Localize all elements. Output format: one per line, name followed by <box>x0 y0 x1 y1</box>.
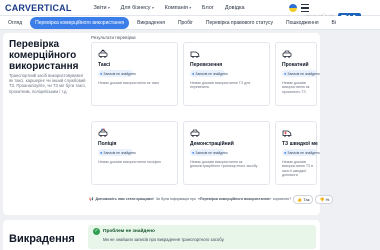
ambulance-icon <box>282 130 292 137</box>
check-circle-icon: ✓ <box>93 228 100 235</box>
card-title: Перевезення <box>190 62 223 68</box>
nav-item-business[interactable]: Для бізнесу ▾ <box>121 5 154 11</box>
info-icon: ● <box>100 71 103 76</box>
feedback-section: «Перевірка комерційного використання» <box>197 197 272 201</box>
tab-damage[interactable]: Пошкодження <box>281 17 324 29</box>
carvertical-logo[interactable]: CARVERTICAL <box>5 3 72 13</box>
thumbs-up-icon: 👍 <box>297 196 303 202</box>
info-icon: ● <box>284 71 287 76</box>
card-description: Немає доказів використання як таксі <box>98 81 160 85</box>
nav-item-blog[interactable]: Блог <box>202 5 214 11</box>
results-label: Результати перевірки <box>91 35 136 40</box>
nav-item-company[interactable]: Компанія ▾ <box>165 5 191 11</box>
info-icon: ● <box>192 71 195 76</box>
report-tabs: Огляд Перевірка комерційного використанн… <box>0 16 380 30</box>
status-badge: ● Записів не знайдено <box>282 70 320 77</box>
rental-car-icon <box>282 50 292 58</box>
feedback-yes-button[interactable]: 👍 Так <box>293 194 314 204</box>
card-description: Немає доказів використання як демонстрац… <box>190 160 258 169</box>
info-icon: ● <box>192 150 195 155</box>
card-description: Немає доказів використання поліцією <box>98 160 161 164</box>
demo-car-icon <box>190 129 200 137</box>
no-problems-notice: ✓ Проблем не знайдено Ми не знайшли запи… <box>88 225 316 249</box>
info-icon: ● <box>100 150 103 155</box>
nav-item-help[interactable]: Довідка <box>225 5 245 11</box>
feedback-suffix: корисною? <box>273 197 292 201</box>
chevron-down-icon: ▾ <box>188 5 191 10</box>
tab-theft[interactable]: Викрадення <box>132 17 170 29</box>
info-icon: ● <box>284 150 287 155</box>
card-title: ТЗ швидкої медичн <box>282 141 318 147</box>
chevron-down-icon: ▾ <box>151 5 154 10</box>
status-badge: ● Записів не знайдено <box>190 149 228 156</box>
language-flag-icon[interactable] <box>289 4 297 12</box>
check-card-ambulance: ТЗ швидкої медичн ●Записів не знайдено Н… <box>275 121 320 185</box>
feedback-megaphone-icon: 📢 <box>89 197 94 201</box>
tab-overview[interactable]: Огляд <box>3 17 27 29</box>
thumbs-down-icon: 👎 <box>319 196 325 202</box>
status-badge: ● Записів не знайдено <box>98 70 136 77</box>
check-card-rental: Прокатний ● Записів не знайдено Немає док… <box>275 42 320 106</box>
card-title: Прокатний <box>282 62 309 68</box>
taxi-icon <box>98 49 108 58</box>
chevron-down-icon: ▾ <box>107 5 110 10</box>
theft-section: Викрадення ✓ Проблем не знайдено Ми не з… <box>3 220 320 250</box>
nav-item-reports[interactable]: Звіти ▾ <box>94 5 110 11</box>
section-description: Транспортний засіб використовувався як т… <box>9 73 86 94</box>
check-card-police: Поліція ● Записів не знайдено Немає доказ… <box>91 121 178 185</box>
card-title: Таксі <box>98 62 111 68</box>
status-badge: ● Записів не знайдено <box>282 149 320 156</box>
feedback-prefix: Допоможіть нам стати кращими! <box>95 197 154 201</box>
feedback-row: 📢 Допоможіть нам стати кращими! Чи була … <box>89 194 334 204</box>
section-title: Перевірка комерційного використання <box>9 39 79 72</box>
notice-text: Ми не знайшли записів про викрадення тра… <box>103 237 225 242</box>
police-icon <box>98 128 108 137</box>
tab-commercial-use[interactable]: Перевірка комерційного використання <box>30 16 130 29</box>
check-card-demo: Демонстраційний ● Записів не знайдено Нем… <box>183 121 270 185</box>
theft-section-title: Викрадення <box>9 233 75 245</box>
card-description: Немає доказів використання як прокатного… <box>282 81 310 94</box>
check-card-transport: Перевезення ● Записів не знайдено Немає д… <box>183 42 270 106</box>
status-badge: ● Записів не знайдено <box>190 70 228 77</box>
main-nav: Звіти ▾ Для бізнесу ▾ Компанія ▾ Блог Довід… <box>94 5 245 11</box>
card-description: Немає доказів використання ТЗ для переве… <box>190 81 251 90</box>
check-card-taxi: Таксі ● Записів не знайдено Немає доказів… <box>91 42 178 106</box>
card-title: Поліція <box>98 141 117 147</box>
feedback-question: Чи була інформація про <box>155 197 196 201</box>
van-icon <box>190 51 200 58</box>
card-title: Демонстраційний <box>190 141 234 147</box>
notice-title: Проблем не знайдено <box>103 229 155 234</box>
status-badge: ● Записів не знайдено <box>98 149 136 156</box>
feedback-no-button[interactable]: 👎 Ні <box>315 194 334 204</box>
commercial-use-section: Перевірка комерційного використання Тран… <box>3 33 334 215</box>
tab-legal-status[interactable]: Перевірка правового статусу <box>201 17 278 29</box>
tab-mileage[interactable]: Пробіг <box>173 17 198 29</box>
card-description: Немає доказів використання ТЗ в якості ш… <box>282 160 314 178</box>
tab-more[interactable]: Ві <box>327 17 341 29</box>
